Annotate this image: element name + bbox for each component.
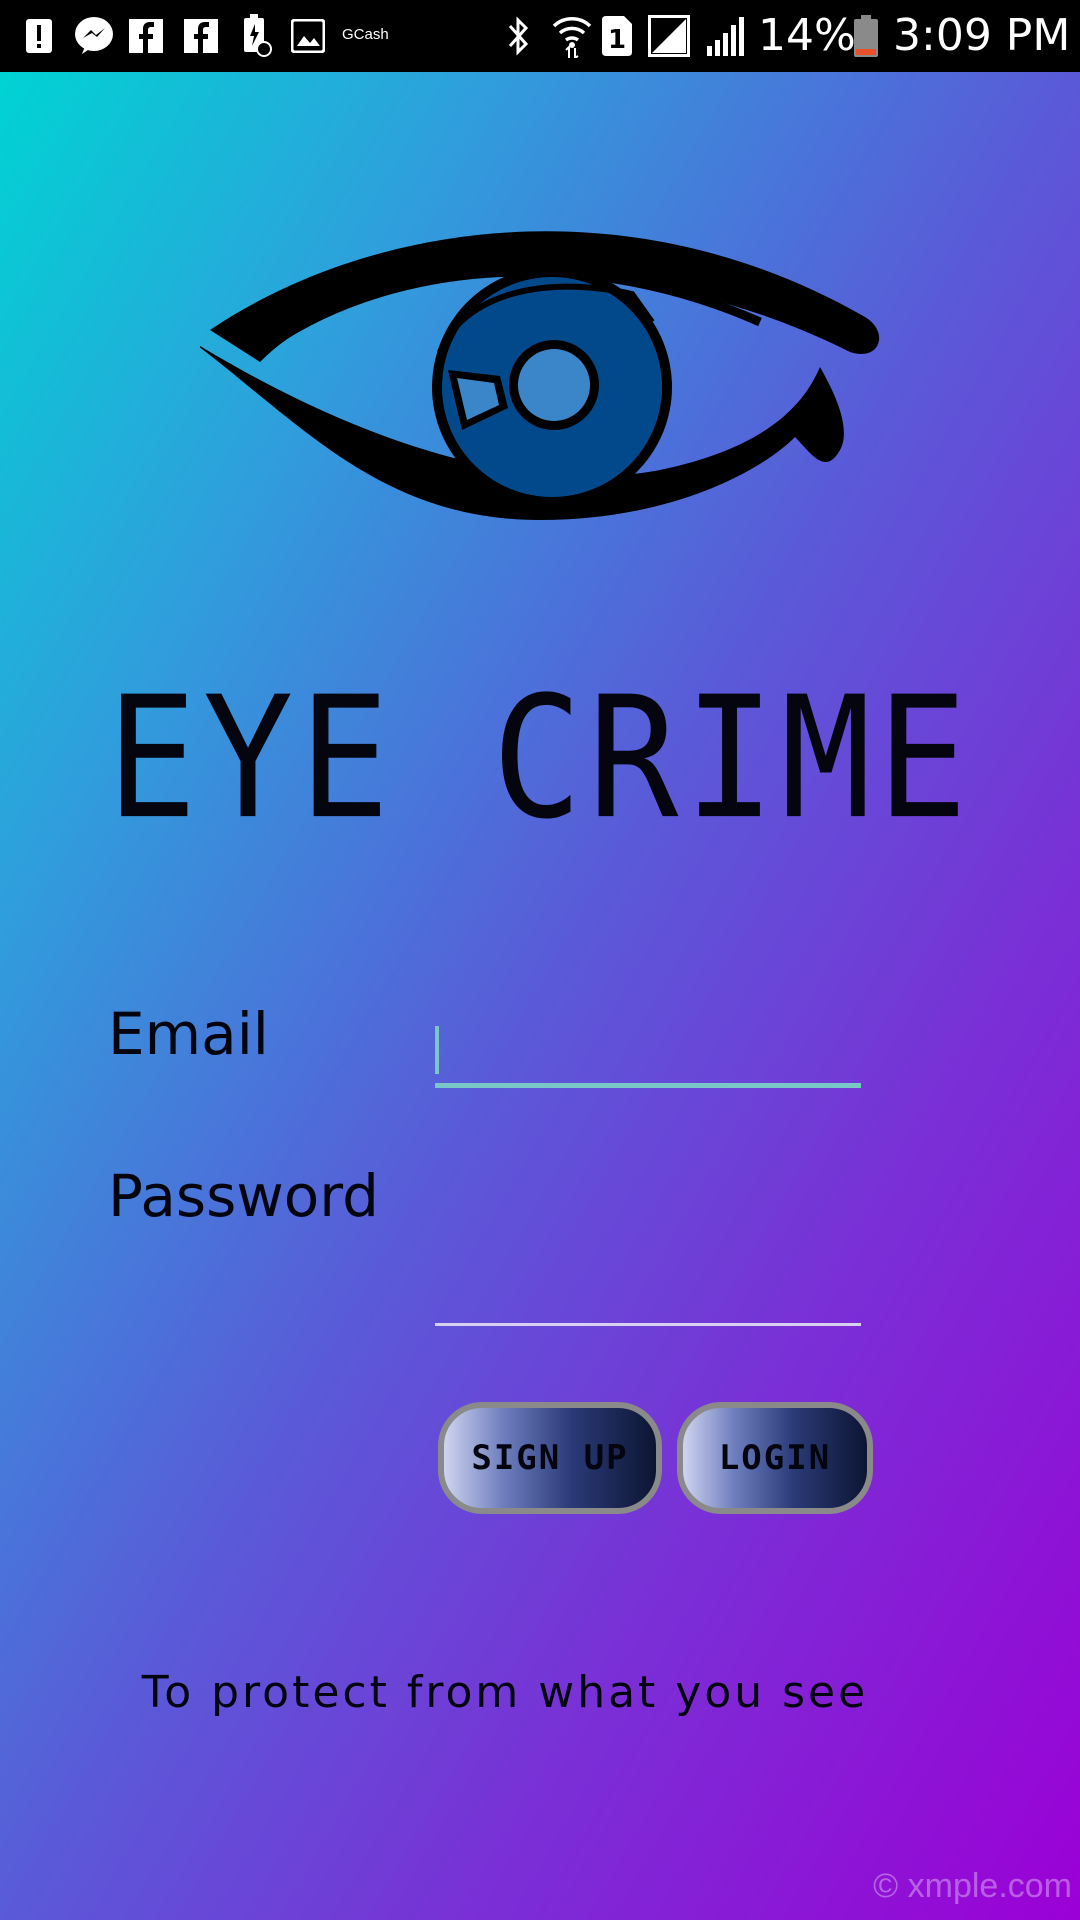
eye-logo-icon: [200, 231, 880, 520]
email-label: Email: [108, 1000, 269, 1068]
login-screen: EYE CRIME Email Password SIGN UP LOGIN T…: [0, 72, 1080, 1920]
email-field[interactable]: [435, 1020, 861, 1088]
login-label: LOGIN: [718, 1438, 832, 1478]
alert-icon: [24, 14, 54, 58]
battery-icon: [852, 14, 880, 58]
password-field[interactable]: [435, 1258, 861, 1326]
signal-icon: [647, 14, 691, 58]
sim-1-icon: 1: [600, 14, 634, 58]
password-underline: [435, 1323, 861, 1326]
login-button[interactable]: LOGIN: [677, 1402, 873, 1514]
clock: 3:09 PM: [893, 10, 1071, 61]
sign-up-label: SIGN UP: [471, 1438, 629, 1478]
battery-percent: 14%: [758, 10, 856, 61]
text-cursor: [435, 1026, 439, 1074]
gcash-label: GCash: [342, 26, 389, 43]
wifi-icon: [552, 14, 592, 58]
svg-text:1: 1: [608, 25, 626, 55]
facebook-icon: [183, 14, 219, 58]
app-title: EYE CRIME: [106, 661, 974, 857]
messenger-icon: [72, 14, 116, 58]
watermark: © xmple.com: [873, 1867, 1072, 1905]
status-bar: GCash 1 14% 3:09 PM: [0, 0, 1080, 72]
password-label: Password: [108, 1162, 379, 1230]
image-icon: [290, 14, 326, 58]
bluetooth-icon: [504, 14, 534, 58]
battery-saver-icon: [242, 14, 272, 58]
facebook-icon: [128, 14, 164, 58]
email-underline: [435, 1083, 861, 1088]
tagline: To protect from what you see: [141, 1667, 869, 1718]
sign-up-button[interactable]: SIGN UP: [438, 1402, 662, 1514]
signal-icon: [706, 14, 746, 58]
